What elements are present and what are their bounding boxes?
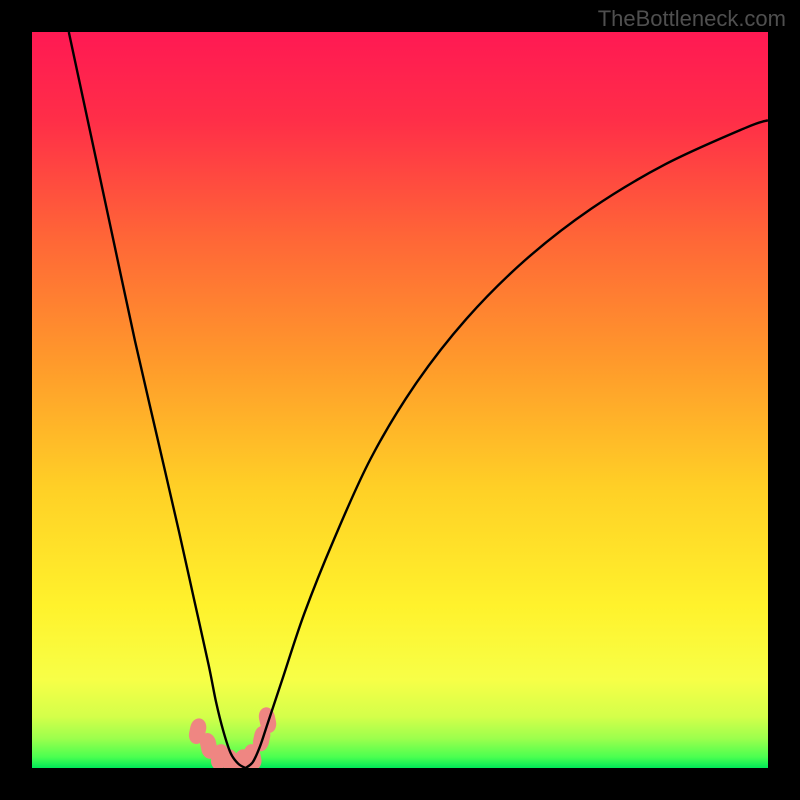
chart-frame: TheBottleneck.com: [0, 0, 800, 800]
watermark-text: TheBottleneck.com: [598, 6, 786, 32]
chart-svg: [32, 32, 768, 768]
chart-plot: [32, 32, 768, 768]
chart-background: [32, 32, 768, 768]
